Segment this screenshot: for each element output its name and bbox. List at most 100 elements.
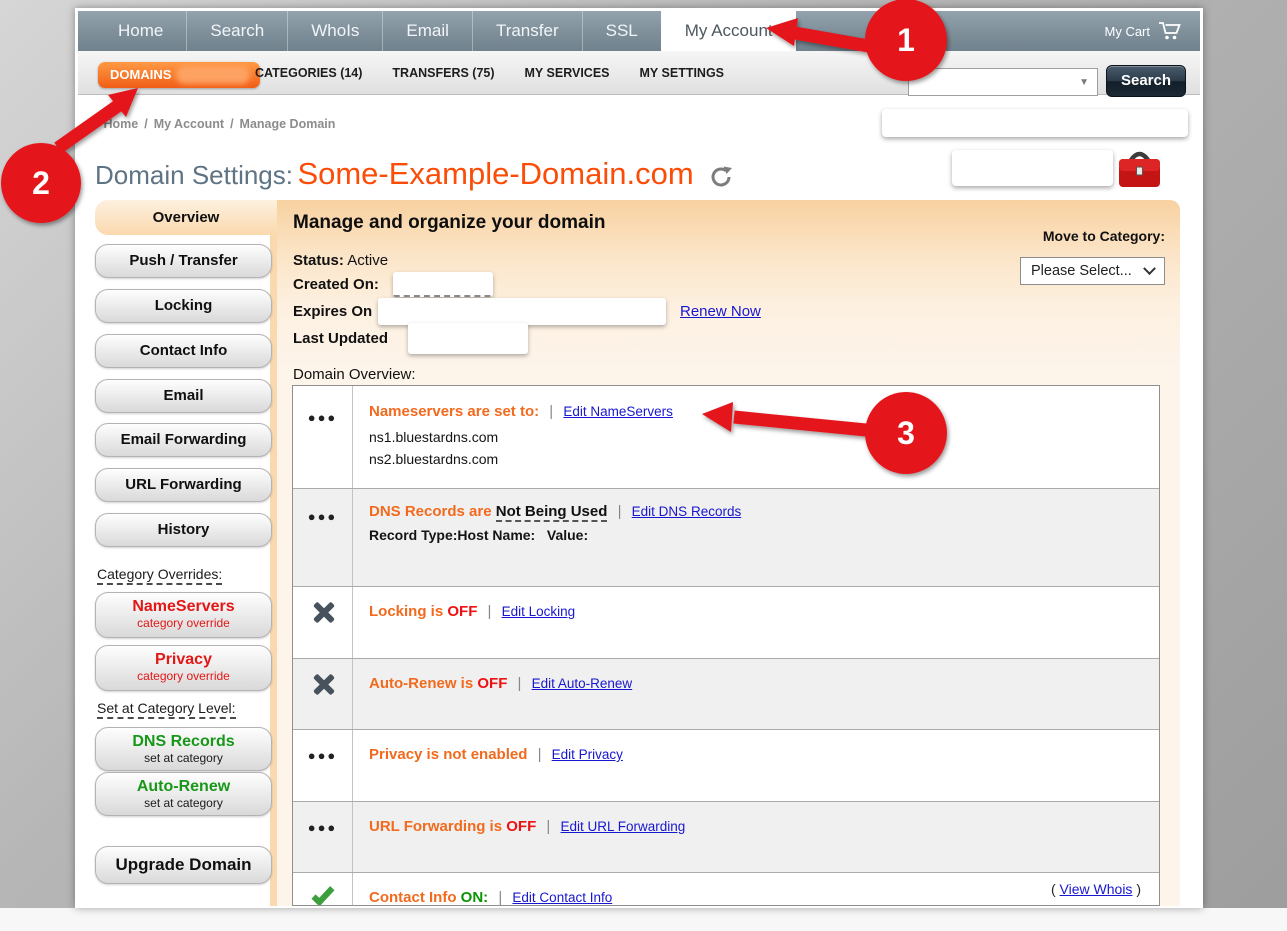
cart-icon xyxy=(1158,21,1182,41)
icon-cell xyxy=(293,659,353,729)
row-status: OFF xyxy=(506,818,536,835)
domain-search-combobox[interactable]: ▼ xyxy=(908,68,1098,96)
redacted-expires-date xyxy=(378,298,666,325)
sub-navbar: DOMAINS CATEGORIES (14) TRANSFERS (75) M… xyxy=(78,51,1200,95)
refresh-icon[interactable] xyxy=(708,164,734,195)
annotation-number-2: 2 xyxy=(32,165,50,201)
redacted-box xyxy=(952,150,1113,186)
breadcrumb-separator: / xyxy=(230,117,233,131)
my-cart-button[interactable]: My Cart xyxy=(1105,11,1183,51)
separator: | xyxy=(618,503,622,520)
set-at-category-label: Set at Category Level: xyxy=(97,700,236,719)
sidebar-button-nameservers-override[interactable]: NameServers category override xyxy=(95,592,272,638)
edit-dns-records-link[interactable]: Edit DNS Records xyxy=(632,504,742,519)
row-title: Privacy is not enabled xyxy=(369,746,527,763)
desktop-bottom-strip xyxy=(0,908,1287,931)
nav-tab-whois[interactable]: WhoIs xyxy=(287,11,382,51)
created-line: Created On: xyxy=(293,276,379,293)
row-title: Contact Info xyxy=(369,889,457,906)
nameserver-1: ns1.bluestardns.com xyxy=(369,426,1149,448)
icon-cell xyxy=(293,587,353,658)
expires-label: Expires On xyxy=(293,303,372,320)
edit-contact-info-link[interactable]: Edit Contact Info xyxy=(512,890,612,905)
check-icon xyxy=(311,883,334,906)
domain-overview-table: ●●● Nameservers are set to: | Edit NameS… xyxy=(292,385,1160,906)
my-cart-label: My Cart xyxy=(1105,24,1151,39)
auto-renew-category-sub: set at category xyxy=(96,796,271,810)
expires-line: Expires On xyxy=(293,303,372,320)
view-whois-link[interactable]: View Whois xyxy=(1060,881,1133,897)
table-row-contact-info: Contact Info ON: | Edit Contact Info ( V… xyxy=(293,872,1159,906)
nameserver-2: ns2.bluestardns.com xyxy=(369,448,1149,470)
dots-icon: ●●● xyxy=(308,509,338,524)
icon-cell: ●●● xyxy=(293,386,353,488)
table-row-locking: Locking is OFF | Edit Locking xyxy=(293,586,1159,658)
category-overrides-label: Category Overrides: xyxy=(97,566,222,585)
edit-auto-renew-link[interactable]: Edit Auto-Renew xyxy=(532,676,633,691)
view-whois-wrap: ( View Whois ) xyxy=(1051,881,1141,897)
nav-tab-home[interactable]: Home xyxy=(95,11,186,51)
browser-page: Home Search WhoIs Email Transfer SSL My … xyxy=(75,8,1203,908)
dropdown-arrow-icon: ▼ xyxy=(1079,77,1089,88)
category-select[interactable]: Please Select... xyxy=(1020,257,1165,285)
move-to-category-label: Move to Category: xyxy=(1003,228,1165,244)
edit-privacy-link[interactable]: Edit Privacy xyxy=(552,747,623,762)
icon-cell: ●●● xyxy=(293,489,353,586)
status-line: Status: Active xyxy=(293,252,388,269)
redacted-smudge xyxy=(176,66,250,84)
page-title-domain: Some-Example-Domain.com xyxy=(297,156,693,191)
sub-nav-transfers[interactable]: TRANSFERS (75) xyxy=(392,66,494,80)
renew-now-link[interactable]: Renew Now xyxy=(680,303,761,320)
sidebar-tab-locking[interactable]: Locking xyxy=(95,289,272,323)
nav-tab-transfer[interactable]: Transfer xyxy=(472,11,582,51)
paren: ) xyxy=(1136,881,1141,897)
breadcrumb-home[interactable]: Home xyxy=(103,117,138,131)
sub-nav-items: CATEGORIES (14) TRANSFERS (75) MY SERVIC… xyxy=(255,51,724,95)
separator: | xyxy=(549,403,553,420)
row-title: DNS Records are xyxy=(369,503,492,520)
separator: | xyxy=(546,818,550,835)
search-button[interactable]: Search xyxy=(1106,65,1186,97)
separator: | xyxy=(538,746,542,763)
row-status: OFF xyxy=(477,675,507,692)
sidebar-tab-email-forwarding[interactable]: Email Forwarding xyxy=(95,423,272,457)
row-title: URL Forwarding is xyxy=(369,818,502,835)
sidebar-tab-push-transfer[interactable]: Push / Transfer xyxy=(95,244,272,278)
breadcrumb-my-account[interactable]: My Account xyxy=(154,117,224,131)
sidebar-button-auto-renew-category[interactable]: Auto-Renew set at category xyxy=(95,772,272,816)
sub-nav-my-settings[interactable]: MY SETTINGS xyxy=(640,66,725,80)
category-select-value: Please Select... xyxy=(1031,263,1132,279)
nameservers-override-title: NameServers xyxy=(96,597,271,616)
sidebar-tab-overview[interactable]: Overview xyxy=(95,200,277,235)
sub-nav-my-services[interactable]: MY SERVICES xyxy=(525,66,610,80)
icon-cell xyxy=(293,873,353,906)
top-navbar: Home Search WhoIs Email Transfer SSL My … xyxy=(78,11,1200,51)
nav-tab-ssl[interactable]: SSL xyxy=(582,11,661,51)
edit-nameservers-link[interactable]: Edit NameServers xyxy=(563,404,673,419)
dots-icon: ●●● xyxy=(308,410,338,425)
privacy-override-title: Privacy xyxy=(96,650,271,669)
upgrade-domain-button[interactable]: Upgrade Domain xyxy=(95,846,272,884)
sidebar-tab-contact-info[interactable]: Contact Info xyxy=(95,334,272,368)
edit-url-forwarding-link[interactable]: Edit URL Forwarding xyxy=(561,819,686,834)
sub-nav-domains-button[interactable]: DOMAINS xyxy=(98,62,260,88)
edit-locking-link[interactable]: Edit Locking xyxy=(502,604,576,619)
table-row-auto-renew: Auto-Renew is OFF | Edit Auto-Renew xyxy=(293,658,1159,729)
sidebar-tab-email[interactable]: Email xyxy=(95,379,272,413)
sidebar-tab-history[interactable]: History xyxy=(95,513,272,547)
nav-tab-my-account[interactable]: My Account xyxy=(661,11,796,51)
sidebar-tab-url-forwarding[interactable]: URL Forwarding xyxy=(95,468,272,502)
table-row-nameservers: ●●● Nameservers are set to: | Edit NameS… xyxy=(293,386,1159,488)
separator: | xyxy=(498,889,502,906)
updated-line: Last Updated xyxy=(293,330,388,347)
sidebar-button-privacy-override[interactable]: Privacy category override xyxy=(95,645,272,691)
redacted-created-date xyxy=(393,272,493,297)
row-title: Nameservers are set to: xyxy=(369,403,539,420)
toolbox-icon[interactable] xyxy=(1116,146,1163,193)
sub-nav-categories[interactable]: CATEGORIES (14) xyxy=(255,66,362,80)
domains-label: DOMAINS xyxy=(110,67,171,82)
icon-cell: ●●● xyxy=(293,730,353,801)
nav-tab-email[interactable]: Email xyxy=(382,11,472,51)
sidebar-button-dns-records-category[interactable]: DNS Records set at category xyxy=(95,727,272,771)
nav-tab-search[interactable]: Search xyxy=(186,11,287,51)
